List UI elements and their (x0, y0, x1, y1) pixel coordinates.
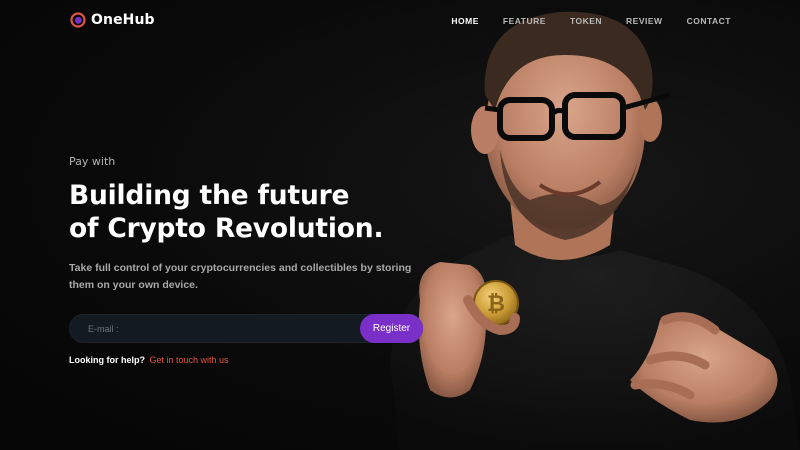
hero-description: Take full control of your cryptocurrenci… (69, 262, 412, 291)
signup-form: Register (69, 314, 423, 343)
hero-headline: Building the future of Crypto Revolution… (69, 179, 429, 245)
main-nav: HOME FEATURE TOKEN REVIEW CONTACT (427, 16, 731, 26)
brand-name: OneHub (91, 12, 155, 28)
register-button[interactable]: Register (360, 314, 423, 343)
ring-logo-icon (70, 12, 86, 28)
svg-text:₿: ₿ (487, 292, 505, 317)
nav-contact[interactable]: CONTACT (687, 16, 731, 26)
contact-link[interactable]: Get in touch with us (150, 355, 229, 365)
hero-content: Pay with Building the future of Crypto R… (69, 155, 429, 365)
nav-token[interactable]: TOKEN (570, 16, 602, 26)
nav-home[interactable]: HOME (451, 16, 479, 26)
site-header: OneHub HOME FEATURE TOKEN REVIEW CONTACT (0, 0, 800, 42)
nav-feature[interactable]: FEATURE (503, 16, 546, 26)
hero-eyebrow: Pay with (69, 155, 116, 168)
headline-line-2: of Crypto Revolution. (69, 213, 384, 244)
logo[interactable]: OneHub (70, 12, 155, 28)
email-input[interactable] (70, 315, 360, 342)
headline-line-1: Building the future (69, 180, 350, 211)
help-text: Looking for help? (69, 355, 145, 365)
help-line: Looking for help? Get in touch with us (69, 355, 429, 365)
hero-section: OneHub HOME FEATURE TOKEN REVIEW CONTACT (0, 0, 800, 450)
nav-review[interactable]: REVIEW (626, 16, 663, 26)
